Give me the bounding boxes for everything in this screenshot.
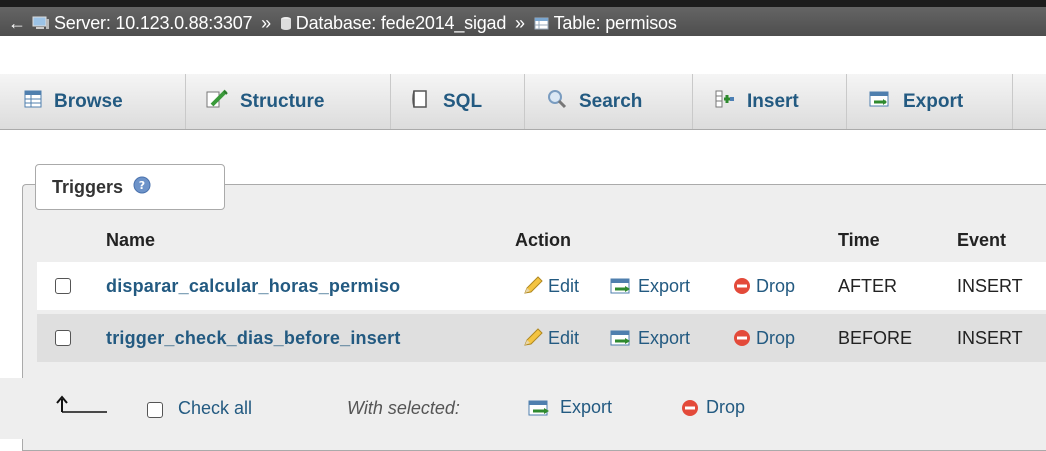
drop-icon	[734, 330, 750, 346]
help-icon[interactable]: ?	[133, 176, 151, 199]
check-all-checkbox[interactable]	[147, 402, 163, 418]
tab-sql[interactable]: SQL	[391, 74, 525, 129]
insert-icon	[715, 89, 735, 115]
tab-browse[interactable]: Browse	[0, 74, 186, 129]
edit-label: Edit	[548, 327, 580, 348]
arrow-left-icon[interactable]: ←	[8, 13, 26, 34]
tab-label: Search	[579, 90, 643, 112]
table-icon	[534, 15, 550, 36]
trigger-event: INSERT	[957, 275, 1023, 296]
export-label: Export	[638, 327, 691, 348]
col-header-name: Name	[106, 230, 156, 250]
breadcrumb-table[interactable]: Table: permisos	[554, 13, 677, 33]
tab-structure[interactable]: Structure	[186, 74, 391, 129]
bulk-export-label: Export	[560, 397, 613, 417]
tab-label: Structure	[240, 90, 325, 112]
bulk-export-button[interactable]: Export	[528, 397, 612, 418]
tab-label: Browse	[54, 90, 123, 112]
row-checkbox[interactable]	[55, 330, 71, 346]
drop-link[interactable]: Drop	[732, 328, 795, 349]
breadcrumb-database[interactable]: Database: fede2014_sigad	[296, 13, 507, 33]
sql-icon	[411, 89, 431, 115]
breadcrumb-separator: »	[261, 13, 271, 33]
drop-label: Drop	[756, 327, 796, 348]
col-header-event: Event	[957, 230, 1007, 250]
bulk-drop-button[interactable]: Drop	[680, 397, 745, 418]
edit-label: Edit	[548, 275, 580, 296]
edit-link[interactable]: Edit	[522, 328, 579, 349]
window-strip	[0, 0, 1046, 7]
tab-export[interactable]: Export	[847, 74, 1013, 129]
tab-label: Insert	[747, 90, 799, 112]
drop-icon	[682, 399, 698, 416]
check-all-label[interactable]: Check all	[178, 398, 252, 419]
with-selected-label: With selected:	[347, 398, 460, 418]
database-icon	[280, 15, 292, 36]
browse-icon	[24, 90, 42, 114]
export-icon	[610, 330, 630, 346]
drop-link[interactable]: Drop	[732, 276, 795, 297]
tab-bar: Browse Structure SQL Search Insert Expor…	[0, 74, 1046, 130]
breadcrumb-bar: ← Server: 10.123.0.88:3307 » Database: f…	[0, 0, 1046, 36]
export-icon	[528, 400, 549, 415]
breadcrumb-separator: »	[514, 13, 525, 33]
trigger-event: INSERT	[957, 327, 1023, 348]
drop-label: Drop	[756, 275, 796, 296]
export-label: Export	[638, 275, 691, 296]
drop-icon	[734, 278, 750, 294]
col-header-time: Time	[838, 230, 880, 250]
tab-label: Export	[903, 90, 964, 112]
server-icon	[32, 15, 50, 36]
col-header-action: Action	[515, 230, 571, 250]
export-link[interactable]: Export	[610, 328, 690, 349]
tab-search[interactable]: Search	[525, 74, 693, 129]
breadcrumb: Server: 10.123.0.88:3307 » Database: fed…	[32, 13, 677, 36]
export-icon	[610, 278, 630, 294]
table-row: disparar_calcular_horas_permiso Edit Exp…	[37, 262, 1046, 310]
breadcrumb-server[interactable]: Server: 10.123.0.88:3307	[54, 13, 253, 33]
pencil-icon	[524, 276, 543, 294]
tab-insert[interactable]: Insert	[693, 74, 847, 129]
triggers-title: Triggers	[52, 176, 124, 197]
svg-text:?: ?	[139, 179, 145, 192]
trigger-name[interactable]: trigger_check_dias_before_insert	[106, 328, 401, 349]
search-icon	[547, 89, 567, 115]
edit-link[interactable]: Edit	[522, 276, 579, 297]
trigger-time: BEFORE	[838, 327, 913, 348]
bulk-drop-label: Drop	[706, 397, 746, 417]
trigger-time: AFTER	[838, 275, 898, 296]
tab-label: SQL	[443, 90, 483, 112]
table-row: trigger_check_dias_before_insert Edit Ex…	[37, 314, 1046, 362]
arrow-up-icon	[52, 394, 112, 419]
structure-icon	[206, 89, 228, 115]
export-icon	[869, 90, 891, 114]
pencil-icon	[524, 328, 543, 346]
row-checkbox[interactable]	[55, 278, 71, 294]
export-link[interactable]: Export	[610, 276, 690, 297]
triggers-legend: Triggers ?	[35, 164, 225, 210]
trigger-name[interactable]: disparar_calcular_horas_permiso	[106, 276, 400, 297]
